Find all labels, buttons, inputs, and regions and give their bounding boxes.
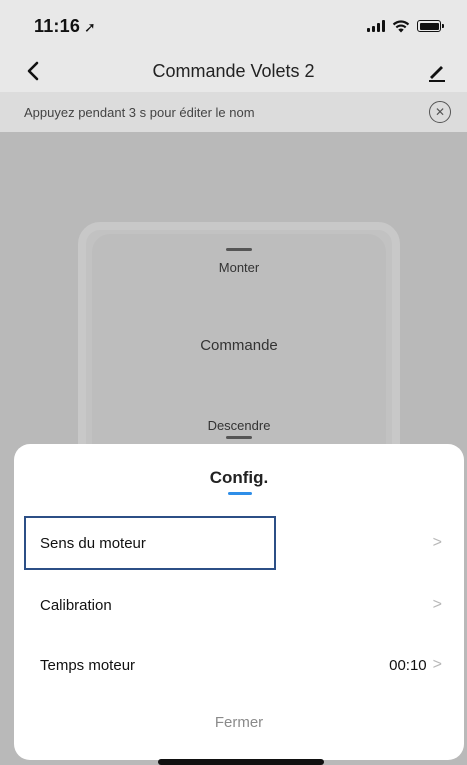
motor-time-value: 00:10 (389, 656, 427, 674)
row-right: > (433, 596, 442, 614)
page-title: Commande Volets 2 (152, 60, 315, 81)
row-right: 00:10 > (389, 656, 442, 674)
up-dash-icon (226, 248, 252, 251)
down-dash-icon (226, 436, 252, 439)
clock-text: 11:16 (34, 15, 81, 36)
row-label: Calibration (40, 596, 112, 614)
location-arrow-icon: ➚ (84, 18, 96, 35)
chevron-right-icon: > (432, 596, 442, 613)
sheet-title: Config. (209, 468, 269, 487)
app-screen: 11:16 ➚ Commande Volets 2 Appuyez pendan… (0, 0, 467, 765)
hint-text: Appuyez pendant 3 s pour éditer le nom (24, 104, 255, 120)
row-label: Temps moteur (40, 656, 136, 674)
down-button[interactable]: Descendre (92, 418, 386, 433)
status-time: 11:16 ➚ (34, 16, 96, 37)
chevron-right-icon: > (432, 656, 442, 673)
status-icons (367, 19, 444, 33)
status-bar: 11:16 ➚ (0, 0, 467, 52)
row-right: > (433, 534, 442, 552)
wifi-icon (392, 20, 410, 33)
chevron-right-icon: > (432, 534, 442, 551)
cellular-signal-icon (367, 20, 385, 32)
title-underline (228, 492, 252, 495)
home-indicator[interactable] (158, 759, 324, 765)
up-button[interactable]: Monter (92, 260, 386, 275)
command-label: Commande (200, 337, 278, 354)
row-label: Sens du moteur (40, 534, 146, 552)
back-button[interactable] (20, 58, 46, 84)
hint-banner: Appuyez pendant 3 s pour éditer le nom ✕ (0, 92, 467, 132)
config-sheet: Config. Sens du moteur > Calibration > T… (14, 444, 464, 760)
row-motor-direction[interactable]: Sens du moteur > (14, 514, 464, 572)
row-calibration[interactable]: Calibration > (14, 576, 464, 634)
battery-icon (417, 20, 444, 32)
pencil-icon[interactable] (425, 60, 449, 84)
close-button[interactable]: Fermer (14, 714, 464, 731)
close-circle-icon[interactable]: ✕ (429, 101, 451, 123)
chevron-left-icon (27, 61, 39, 81)
row-motor-time[interactable]: Temps moteur 00:10 > (14, 636, 464, 694)
nav-bar: Commande Volets 2 (0, 52, 467, 90)
